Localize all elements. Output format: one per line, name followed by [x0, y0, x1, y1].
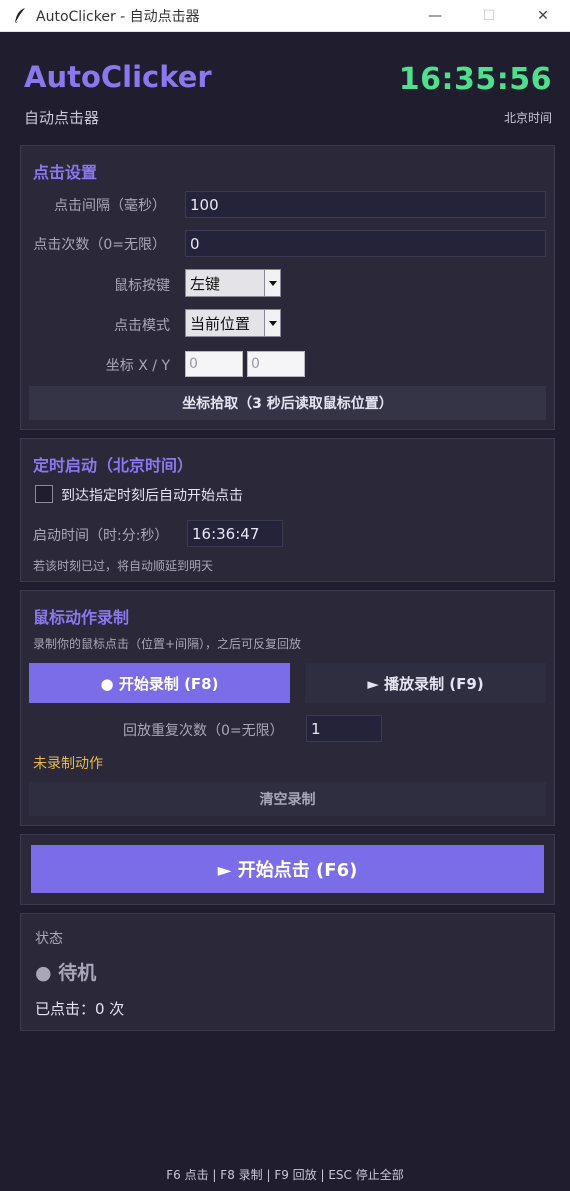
click-settings-title: 点击设置 — [33, 163, 98, 182]
schedule-note: 若该时刻已过，将自动顺延到明天 — [33, 559, 214, 573]
start-time-label: 启动时间（时:分:秒） — [33, 528, 169, 544]
click-mode-label: 点击模式 — [114, 318, 170, 334]
clock-label: 北京时间 — [503, 111, 552, 125]
maximize-button[interactable]: ☐ — [462, 0, 516, 32]
count-input[interactable]: 0 — [185, 230, 546, 257]
status-panel: 状态 ● 待机 已点击：0 次 — [20, 913, 555, 1031]
recording-description: 录制你的鼠标点击（位置+间隔），之后可反复回放 — [33, 637, 302, 651]
start-clicking-button[interactable]: ► 开始点击 (F6) — [31, 845, 544, 893]
close-button[interactable]: ✕ — [516, 0, 570, 32]
interval-label: 点击间隔（毫秒） — [54, 198, 166, 214]
coord-y-input[interactable]: 0 — [247, 351, 305, 377]
mouse-button-label: 鼠标按键 — [114, 278, 170, 294]
mouse-button-value: 左键 — [190, 274, 221, 293]
mouse-button-select[interactable]: 左键 — [185, 269, 281, 297]
schedule-panel: 定时启动（北京时间） 到达指定时刻后自动开始点击 启动时间（时:分:秒） 16:… — [20, 438, 555, 582]
interval-input[interactable]: 100 — [185, 191, 546, 218]
chevron-down-icon[interactable] — [264, 270, 280, 296]
app-name: AutoClicker — [24, 60, 212, 94]
coord-label: 坐标 X / Y — [105, 358, 170, 374]
repeat-count-input[interactable]: 1 — [306, 715, 382, 742]
auto-start-label[interactable]: 到达指定时刻后自动开始点击 — [61, 485, 243, 505]
pick-coordinate-button[interactable]: 坐标拾取（3 秒后读取鼠标位置） — [29, 386, 546, 420]
play-recording-button[interactable]: ► 播放录制 (F9) — [305, 663, 546, 703]
window-title: AutoClicker - 自动点击器 — [36, 8, 200, 25]
click-settings-panel: 点击设置 点击间隔（毫秒） 100 点击次数（0=无限） 0 鼠标按键 左键 点… — [20, 145, 555, 430]
schedule-title: 定时启动（北京时间） — [33, 456, 194, 475]
feather-icon — [10, 6, 30, 26]
repeat-count-label: 回放重复次数（0=无限） — [123, 723, 284, 739]
window-titlebar: AutoClicker - 自动点击器 — ☐ ✕ — [0, 0, 570, 32]
minimize-button[interactable]: — — [408, 0, 462, 32]
recording-status: 未录制动作 — [33, 756, 103, 772]
start-panel: ► 开始点击 (F6) — [20, 834, 555, 905]
clock-display: 16:35:56 — [398, 62, 552, 97]
coord-x-input[interactable]: 0 — [185, 351, 243, 377]
count-label: 点击次数（0=无限） — [33, 237, 166, 253]
app-subtitle: 自动点击器 — [24, 109, 100, 127]
status-label: 状态 — [35, 931, 63, 947]
recording-title: 鼠标动作录制 — [33, 608, 130, 627]
clear-recording-button[interactable]: 清空录制 — [29, 782, 546, 816]
start-recording-button[interactable]: ● 开始录制 (F8) — [29, 663, 290, 703]
recording-panel: 鼠标动作录制 录制你的鼠标点击（位置+间隔），之后可反复回放 ● 开始录制 (F… — [20, 590, 555, 826]
click-count: 已点击：0 次 — [35, 1000, 125, 1018]
start-time-input[interactable]: 16:36:47 — [187, 520, 283, 547]
click-mode-value: 当前位置 — [190, 314, 251, 333]
hotkey-footer: F6 点击 | F8 录制 | F9 回放 | ESC 停止全部 — [166, 1168, 404, 1182]
auto-start-checkbox[interactable] — [35, 485, 53, 503]
chevron-down-icon[interactable] — [264, 310, 280, 336]
click-mode-select[interactable]: 当前位置 — [185, 309, 281, 337]
status-state: ● 待机 — [35, 962, 97, 984]
